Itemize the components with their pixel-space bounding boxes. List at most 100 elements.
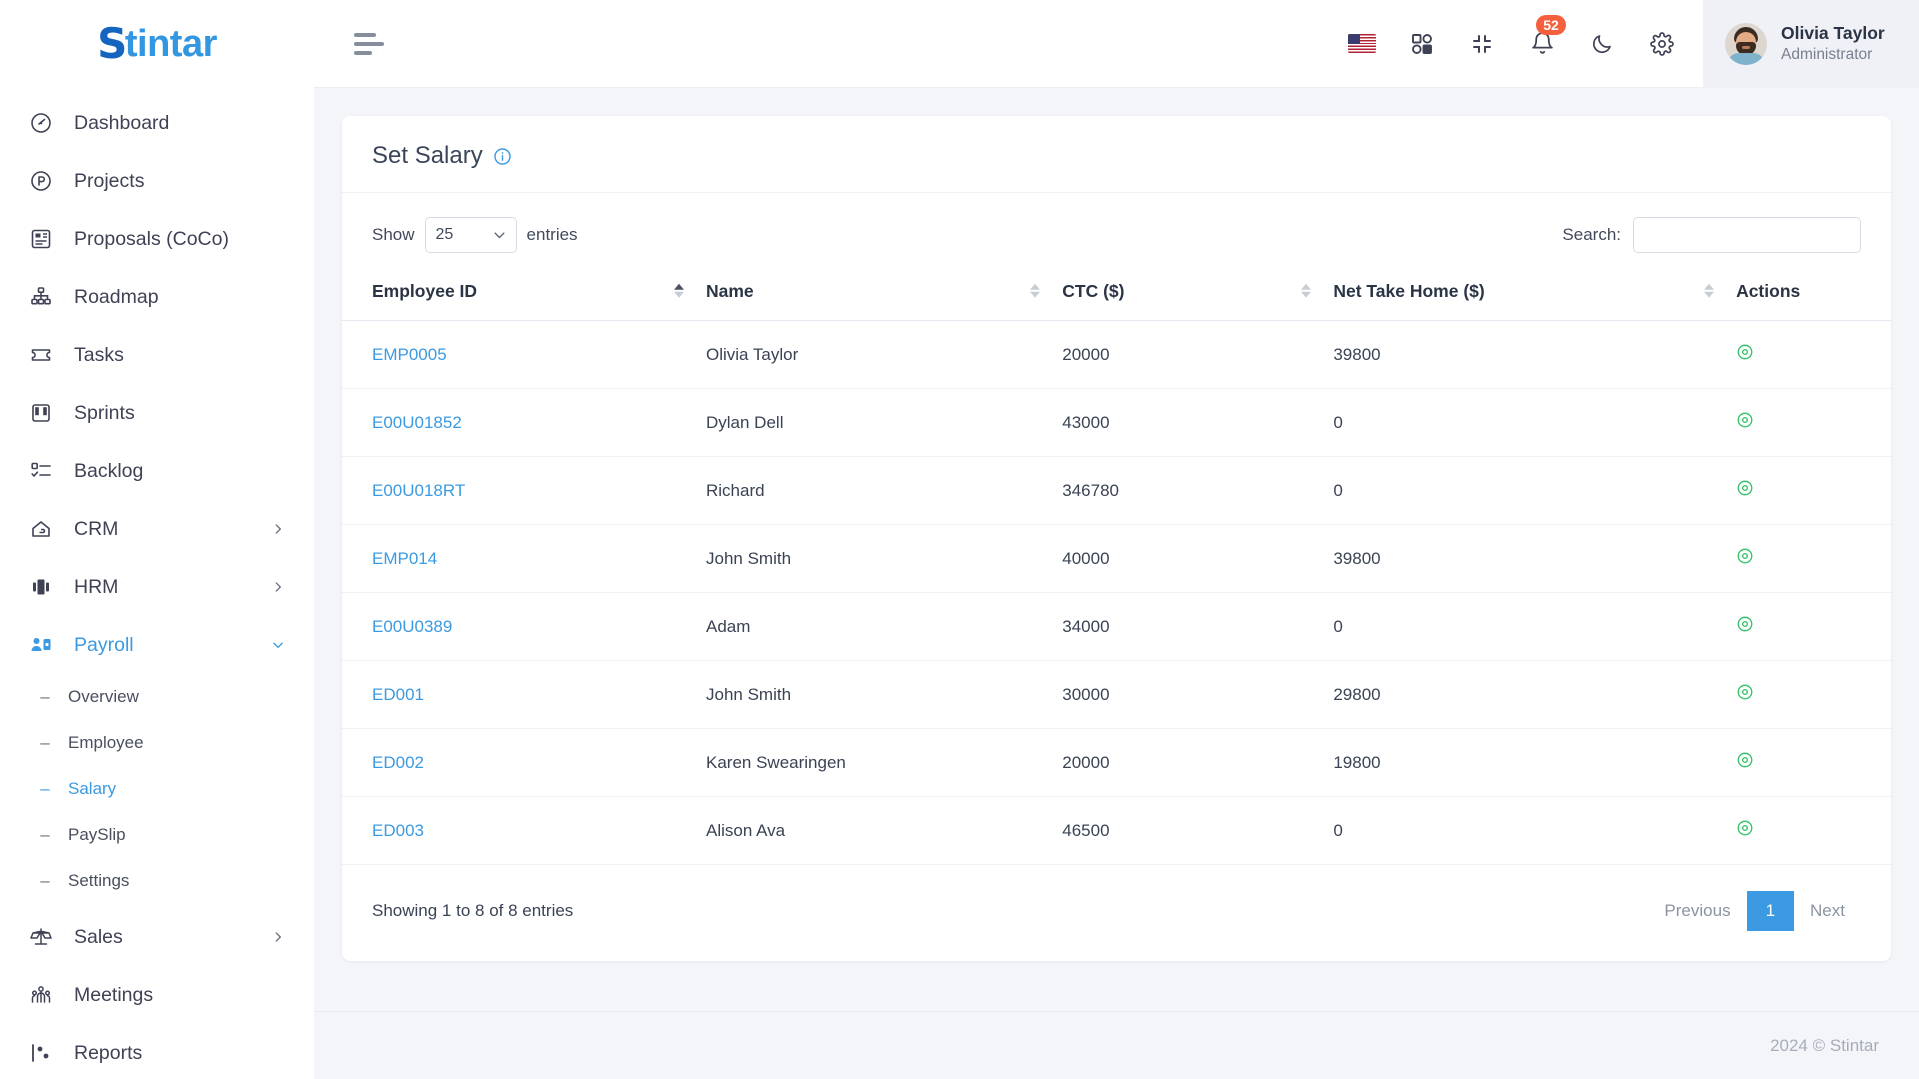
sidebar-subitem-overview[interactable]: – Overview bbox=[0, 674, 314, 720]
checklist-icon bbox=[28, 458, 54, 484]
table-footer: Showing 1 to 8 of 8 entries Previous 1 N… bbox=[342, 865, 1891, 961]
sidebar-item-label: Backlog bbox=[74, 459, 144, 482]
ticket-icon bbox=[28, 342, 54, 368]
column-header-employee-id[interactable]: Employee ID bbox=[342, 259, 706, 321]
cell-actions bbox=[1736, 456, 1891, 525]
sidebar-item-label: CRM bbox=[74, 517, 119, 540]
employee-id-link[interactable]: E00U018RT bbox=[372, 481, 465, 500]
column-header-name[interactable]: Name bbox=[706, 259, 1063, 321]
page-length-select[interactable]: 25 bbox=[424, 217, 517, 253]
sidebar-item-dashboard[interactable]: Dashboard bbox=[0, 94, 314, 152]
sidebar-item-tasks[interactable]: Tasks bbox=[0, 326, 314, 384]
cell-ctc: 346780 bbox=[1062, 456, 1334, 525]
employee-id-link[interactable]: ED002 bbox=[372, 753, 424, 772]
sidebar-item-proposals[interactable]: Proposals (CoCo) bbox=[0, 210, 314, 268]
employee-id-link[interactable]: EMP014 bbox=[372, 549, 437, 568]
sidebar-subitem-label: Settings bbox=[68, 871, 130, 890]
cell-name: Olivia Taylor bbox=[706, 320, 1063, 389]
sidebar-item-hrm[interactable]: HRM bbox=[0, 558, 314, 616]
brand-logo[interactable]: Stintar bbox=[0, 0, 314, 88]
page-number-1[interactable]: 1 bbox=[1746, 891, 1795, 931]
hrm-slides-icon bbox=[28, 574, 54, 600]
employee-id-link[interactable]: ED003 bbox=[372, 821, 424, 840]
cell-employee-id: E00U0389 bbox=[342, 592, 706, 661]
next-page-button[interactable]: Next bbox=[1794, 891, 1861, 931]
payroll-user-icon bbox=[28, 632, 54, 658]
sidebar-item-backlog[interactable]: Backlog bbox=[0, 442, 314, 500]
cell-ctc: 20000 bbox=[1062, 728, 1334, 797]
proposal-layout-icon bbox=[28, 226, 54, 252]
cell-employee-id: EMP0005 bbox=[342, 320, 706, 389]
employee-id-link[interactable]: E00U0389 bbox=[372, 617, 452, 636]
page-length-value: 25 bbox=[435, 226, 454, 243]
chevron-down-icon bbox=[492, 228, 507, 243]
view-icon[interactable] bbox=[1736, 615, 1754, 633]
flag-graphic bbox=[1348, 34, 1376, 53]
gear-icon[interactable] bbox=[1647, 29, 1677, 59]
sidebar-subitem-payslip[interactable]: – PaySlip bbox=[0, 812, 314, 858]
sidebar-subitem-employee[interactable]: – Employee bbox=[0, 720, 314, 766]
sidebar-item-label: Tasks bbox=[74, 343, 124, 366]
salary-table: Employee ID Name CTC ($) Net Take Home (… bbox=[342, 259, 1891, 865]
sidebar-item-label: Dashboard bbox=[74, 111, 170, 134]
app-root: Stintar Dashboard Projects Proposals (Co… bbox=[0, 0, 1919, 1079]
view-icon[interactable] bbox=[1736, 819, 1754, 837]
view-icon[interactable] bbox=[1736, 751, 1754, 769]
chevron-right-icon bbox=[270, 929, 286, 945]
entries-label: entries bbox=[526, 225, 578, 244]
view-icon[interactable] bbox=[1736, 411, 1754, 429]
column-header-ctc[interactable]: CTC ($) bbox=[1062, 259, 1334, 321]
brand-mark: S bbox=[97, 19, 127, 68]
compress-icon[interactable] bbox=[1467, 29, 1497, 59]
moon-icon[interactable] bbox=[1587, 29, 1617, 59]
us-flag-icon[interactable] bbox=[1347, 29, 1377, 59]
search-input[interactable] bbox=[1633, 217, 1861, 253]
sidebar-item-roadmap[interactable]: Roadmap bbox=[0, 268, 314, 326]
cell-employee-id: E00U01852 bbox=[342, 388, 706, 457]
sidebar-item-label: Meetings bbox=[74, 983, 154, 1006]
view-icon[interactable] bbox=[1736, 683, 1754, 701]
view-icon[interactable] bbox=[1736, 343, 1754, 361]
dash-icon: – bbox=[40, 687, 50, 706]
previous-page-button[interactable]: Previous bbox=[1648, 891, 1746, 931]
cell-actions bbox=[1736, 592, 1891, 661]
cell-ctc: 43000 bbox=[1062, 388, 1334, 457]
avatar bbox=[1725, 22, 1767, 65]
set-salary-card: Set Salary Show 25 entries Search: Emplo… bbox=[342, 116, 1891, 961]
employee-id-link[interactable]: E00U01852 bbox=[372, 413, 462, 432]
cell-name: Karen Swearingen bbox=[706, 728, 1063, 797]
sidebar-item-label: Roadmap bbox=[74, 285, 159, 308]
sidebar-subitem-salary[interactable]: – Salary bbox=[0, 766, 314, 812]
cell-ctc: 34000 bbox=[1062, 592, 1334, 661]
hamburger-icon[interactable] bbox=[354, 32, 388, 55]
view-icon[interactable] bbox=[1736, 547, 1754, 565]
cell-actions bbox=[1736, 660, 1891, 729]
sidebar-subitem-settings[interactable]: – Settings bbox=[0, 858, 314, 904]
sidebar-item-crm[interactable]: CRM bbox=[0, 500, 314, 558]
grid-apps-icon[interactable] bbox=[1407, 29, 1437, 59]
pagination: Previous 1 Next bbox=[1648, 891, 1861, 931]
profile-role: Administrator bbox=[1781, 45, 1873, 63]
employee-id-link[interactable]: ED001 bbox=[372, 685, 424, 704]
column-header-net-take-home[interactable]: Net Take Home ($) bbox=[1333, 259, 1737, 321]
column-label: Employee ID bbox=[372, 281, 478, 301]
sidebar-item-sprints[interactable]: Sprints bbox=[0, 384, 314, 442]
sidebar-item-sales[interactable]: Sales bbox=[0, 908, 314, 966]
sidebar-item-meetings[interactable]: Meetings bbox=[0, 966, 314, 1024]
cell-net: 0 bbox=[1333, 456, 1737, 525]
cell-net: 39800 bbox=[1333, 320, 1737, 389]
sidebar-item-reports[interactable]: Reports bbox=[0, 1024, 314, 1079]
user-profile[interactable]: Olivia Taylor Administrator bbox=[1703, 0, 1919, 88]
content-area: Set Salary Show 25 entries Search: Emplo… bbox=[314, 88, 1919, 1011]
info-circle-icon[interactable] bbox=[493, 147, 512, 166]
show-label: Show bbox=[372, 225, 415, 244]
cell-net: 0 bbox=[1333, 592, 1737, 661]
cell-actions bbox=[1736, 524, 1891, 593]
hamburger-line bbox=[354, 32, 376, 37]
sidebar-item-payroll[interactable]: Payroll bbox=[0, 616, 314, 674]
bell-icon[interactable]: 52 bbox=[1527, 14, 1566, 59]
cell-net: 39800 bbox=[1333, 524, 1737, 593]
sidebar-item-projects[interactable]: Projects bbox=[0, 152, 314, 210]
view-icon[interactable] bbox=[1736, 479, 1754, 497]
employee-id-link[interactable]: EMP0005 bbox=[372, 345, 447, 364]
